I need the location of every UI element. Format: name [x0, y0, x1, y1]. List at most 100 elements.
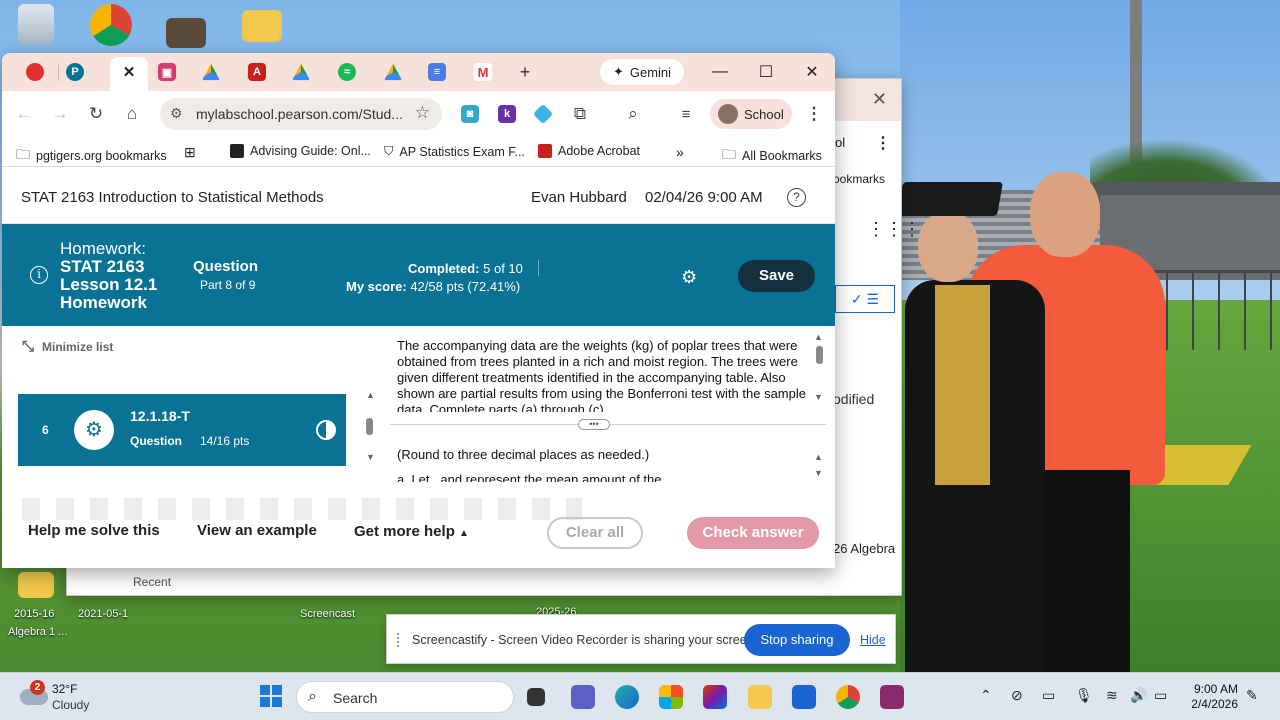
close-window-icon[interactable]: ✕: [792, 59, 832, 85]
new-tab-icon[interactable]: +: [516, 62, 534, 82]
minimize-list-button[interactable]: ⤡ Minimize list: [22, 338, 113, 355]
taskbar-search[interactable]: ⌕ Search: [296, 681, 514, 713]
extension-a-icon[interactable]: ◙: [461, 105, 479, 123]
scroll-down-icon[interactable]: ▼: [814, 392, 823, 402]
tab-record-icon[interactable]: [26, 63, 44, 81]
math-toolbar-faded: [22, 498, 582, 520]
drag-grip-icon[interactable]: [397, 633, 401, 647]
list-view-icon[interactable]: ✓ ☰: [835, 285, 895, 313]
profile-button[interactable]: School: [710, 99, 792, 129]
hide-link[interactable]: Hide: [860, 633, 886, 647]
more-bookmarks-icon[interactable]: »: [676, 144, 684, 160]
microphone-icon[interactable]: 🎙: [1075, 687, 1093, 704]
reload-icon[interactable]: ↻: [84, 102, 108, 126]
media-controls-icon[interactable]: ≡: [674, 102, 698, 126]
file-explorer-icon[interactable]: [748, 685, 772, 709]
panel-resize-handle[interactable]: •••: [578, 419, 610, 430]
defender-icon[interactable]: [792, 685, 816, 709]
tab-acrobat-icon[interactable]: A: [248, 63, 266, 81]
get-more-help-button[interactable]: Get more help ▲: [354, 523, 469, 540]
video-file-icon[interactable]: [166, 18, 206, 48]
recycle-bin-icon[interactable]: [18, 4, 54, 44]
tab-drive-icon[interactable]: [202, 63, 220, 81]
extensions-puzzle-icon[interactable]: ⧉: [568, 102, 592, 126]
view-example-button[interactable]: View an example: [197, 522, 317, 539]
apps-grid-icon[interactable]: ⊞: [184, 144, 196, 161]
bookmark-advising-guide[interactable]: Advising Guide: Onl...: [230, 144, 371, 158]
scroll-down-icon[interactable]: ▼: [366, 452, 375, 462]
gemini-button[interactable]: ✦ Gemini: [600, 59, 684, 85]
search-icon: ⌕: [308, 688, 317, 705]
address-bar[interactable]: ⚙ mylabschool.pearson.com/Stud... ☆: [160, 98, 442, 130]
problem-scrollbar-thumb[interactable]: [816, 346, 823, 364]
help-icon[interactable]: ?: [787, 188, 806, 207]
tab-profile-icon[interactable]: ▣: [158, 63, 176, 81]
screen-share-bar: Screencastify - Screen Video Recorder is…: [386, 614, 896, 664]
scroll-up-icon[interactable]: ▲: [814, 332, 823, 342]
list-scrollbar-thumb[interactable]: [366, 418, 373, 435]
tab-gmail-icon[interactable]: M: [474, 63, 492, 81]
chrome-menu-icon[interactable]: ⋮: [802, 102, 826, 126]
avatar: [718, 104, 738, 124]
forward-icon[interactable]: →: [48, 102, 72, 126]
clock[interactable]: 9:00 AM 2/4/2026: [1190, 682, 1238, 712]
desktop-label-2021: 2021-05-1: [78, 608, 129, 620]
gear-icon[interactable]: ⚙: [681, 267, 697, 288]
m365-icon[interactable]: [703, 685, 727, 709]
teams-icon[interactable]: [571, 685, 595, 709]
back-icon[interactable]: ←: [12, 102, 36, 126]
volume-icon[interactable]: 🔊: [1130, 687, 1147, 704]
info-icon[interactable]: i: [30, 266, 48, 284]
bookmark-pgtigers[interactable]: 🗀 pgtigers.org bookmarks: [16, 144, 167, 168]
bookmark-ap-statistics[interactable]: ⛉ AP Statistics Exam F...: [384, 144, 525, 159]
close-icon[interactable]: ✕: [872, 89, 887, 110]
stop-sharing-button[interactable]: Stop sharing: [744, 624, 850, 656]
folder-icon[interactable]: [242, 10, 282, 42]
maximize-window-icon[interactable]: ☐: [746, 59, 786, 85]
extension-diamond-icon[interactable]: [532, 103, 554, 125]
share-message: Screencastify - Screen Video Recorder is…: [412, 633, 758, 647]
battery-icon[interactable]: ▭: [1154, 687, 1167, 704]
app-tile-icon[interactable]: [880, 685, 904, 709]
minimize-window-icon[interactable]: —: [700, 59, 740, 85]
kebab-menu-icon[interactable]: ⋮: [875, 133, 891, 153]
cast-icon[interactable]: ▭: [1042, 687, 1055, 704]
temperature[interactable]: 32°F: [52, 682, 77, 696]
check-answer-button[interactable]: Check answer: [687, 517, 819, 549]
help-me-solve-button[interactable]: Help me solve this: [28, 522, 160, 539]
home-icon[interactable]: ⌂: [120, 102, 144, 126]
apps-grid-icon[interactable]: ⋮⋮⋮: [867, 219, 921, 240]
windows-start-icon[interactable]: [260, 685, 282, 707]
clear-all-button[interactable]: Clear all: [547, 517, 643, 549]
tab-close-icon[interactable]: ✕: [120, 63, 138, 81]
advising-favicon: [230, 144, 244, 158]
save-button[interactable]: Save: [738, 260, 815, 292]
task-view-icon[interactable]: [527, 688, 545, 706]
scroll-up-icon[interactable]: ▲: [366, 390, 375, 400]
tab-drive-icon-3[interactable]: [384, 63, 402, 81]
tab-spotify-icon[interactable]: ≈: [338, 63, 356, 81]
all-bookmarks[interactable]: 🗀 All Bookmarks: [722, 144, 822, 168]
chrome-shortcut-icon[interactable]: [90, 4, 132, 46]
homework-bar: i Homework: STAT 2163 Lesson 12.1 Homewo…: [2, 224, 835, 326]
show-hidden-icons-icon[interactable]: ⌃: [980, 687, 992, 704]
edge-icon[interactable]: [615, 685, 639, 709]
site-info-icon[interactable]: ⚙: [170, 105, 183, 122]
tab-pearson-icon[interactable]: P: [66, 63, 84, 81]
notification-icon[interactable]: ✎: [1246, 687, 1258, 704]
weather-condition[interactable]: Cloudy: [52, 698, 89, 712]
store-icon[interactable]: [659, 685, 683, 709]
network-off-icon[interactable]: ⊘: [1011, 687, 1023, 704]
question-list-item[interactable]: 6 ⚙ 12.1.18-T Question 14/16 pts: [18, 394, 346, 466]
bookmark-star-icon[interactable]: ☆: [415, 103, 430, 123]
folder-2015-icon[interactable]: [18, 572, 54, 598]
tab-search-icon[interactable]: ⌕: [621, 102, 645, 126]
bookmark-adobe-acrobat[interactable]: Adobe Acrobat: [538, 144, 640, 158]
tab-drive-icon-2[interactable]: [292, 63, 310, 81]
chrome-taskbar-icon[interactable]: [836, 685, 860, 709]
scroll-down-icon[interactable]: ▼: [814, 468, 823, 478]
tab-docs-icon[interactable]: ≡: [428, 63, 446, 81]
wifi-icon[interactable]: ≋: [1106, 687, 1118, 704]
scroll-up-icon[interactable]: ▲: [814, 452, 823, 462]
extension-kami-icon[interactable]: k: [498, 105, 516, 123]
